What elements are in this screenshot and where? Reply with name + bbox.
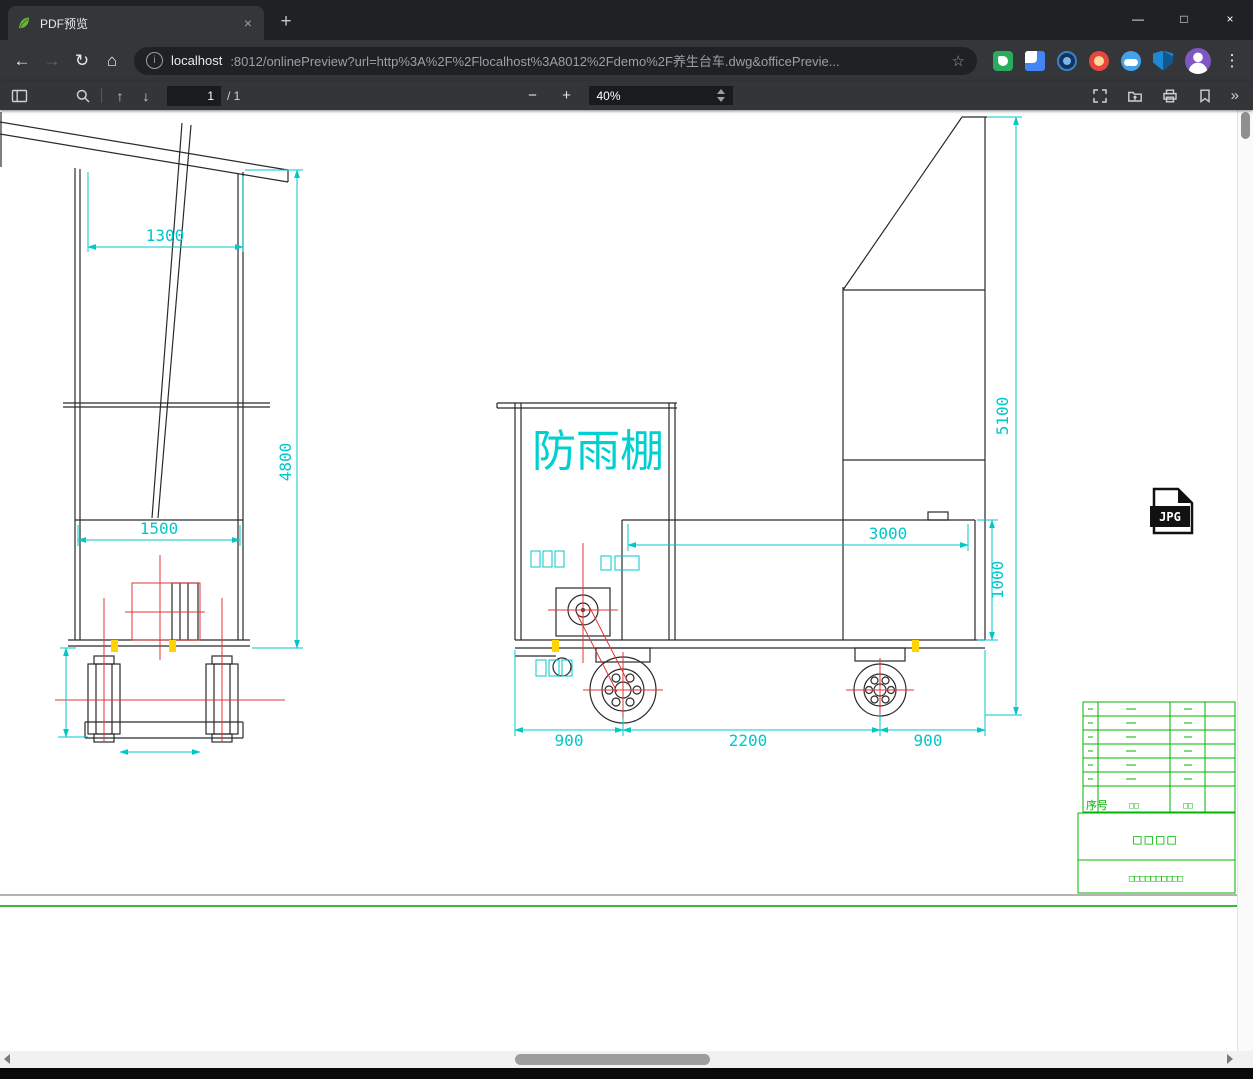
extension-icon-6[interactable] [1153, 50, 1173, 71]
new-tab-button[interactable]: + [272, 8, 300, 36]
url-host: localhost [171, 53, 223, 68]
next-page-icon[interactable]: ↓ [133, 84, 159, 108]
page-info-icon[interactable]: i [146, 52, 163, 69]
dim-900-right: 900 [914, 731, 943, 750]
scrollbar-corner [1237, 1051, 1253, 1068]
reload-icon[interactable]: ↻ [68, 47, 96, 75]
centerlines [55, 543, 914, 742]
horizontal-scrollbar[interactable] [0, 1051, 1237, 1068]
zoom-controls: − + 40% [521, 81, 733, 110]
extension-icon-5[interactable] [1121, 50, 1141, 71]
tab-title: PDF预览 [40, 16, 89, 31]
page-number-input[interactable] [167, 85, 221, 106]
extension-icon-1[interactable] [993, 50, 1013, 71]
dim-1500: 1500 [140, 519, 179, 538]
tab-close-icon[interactable]: × [240, 15, 256, 31]
window-bottom-edge [0, 1068, 1253, 1079]
minimize-button[interactable]: — [1115, 0, 1161, 38]
dim-1000: 1000 [988, 561, 1007, 600]
shelter-label: 防雨棚 [532, 426, 664, 477]
page-count-label: / 1 [227, 88, 241, 103]
jpg-file-icon: JPG [1150, 487, 1194, 535]
window-controls: — □ × [1115, 0, 1253, 38]
vertical-scrollbar-thumb[interactable] [1241, 112, 1250, 139]
scroll-right-icon[interactable] [1227, 1054, 1233, 1064]
dimension-text: 1300 4800 1500 3000 1000 5100 900 2200 9… [140, 226, 1012, 750]
print-icon[interactable] [1157, 84, 1183, 108]
dim-3000: 3000 [869, 524, 908, 543]
previous-page-icon[interactable]: ↑ [107, 84, 133, 108]
serial-header-label: 序号 [1086, 798, 1108, 812]
zoom-spinner-icon [716, 89, 725, 102]
dim-2200: 2200 [729, 731, 768, 750]
drawing-title-text: □□□□ [1133, 832, 1179, 848]
extension-icon-4[interactable] [1089, 50, 1109, 71]
extension-icons [993, 50, 1173, 71]
dim-900-left: 900 [555, 731, 584, 750]
jpg-label: JPG [1159, 510, 1181, 524]
forward-icon[interactable]: → [38, 47, 66, 75]
dim-5100: 5100 [993, 397, 1012, 436]
tab-strip: PDF预览 × + — □ × [0, 0, 1253, 40]
title-block-lines [1077, 701, 1236, 894]
cad-drawing: 1300 4800 1500 3000 1000 5100 900 2200 9… [0, 112, 1237, 907]
horizontal-scrollbar-thumb[interactable] [515, 1054, 710, 1065]
zoom-select[interactable]: 40% [588, 86, 733, 105]
profile-avatar[interactable] [1185, 47, 1211, 74]
extension-icon-3[interactable] [1057, 50, 1077, 71]
sidebar-toggle-icon[interactable] [6, 84, 32, 108]
back-icon[interactable]: ← [8, 47, 36, 75]
maximize-button[interactable]: □ [1161, 0, 1207, 38]
bookmark-icon[interactable] [1192, 84, 1218, 108]
name-column-label: □□ [1129, 801, 1139, 810]
leaf-favicon-icon [16, 15, 32, 31]
zoom-value: 40% [596, 88, 621, 103]
browser-menu-icon[interactable]: ⋮ [1219, 47, 1245, 75]
browser-tab[interactable]: PDF预览 × [8, 6, 264, 40]
navigation-bar: ← → ↻ ⌂ i localhost :8012/onlinePreview?… [0, 40, 1253, 81]
home-icon[interactable]: ⌂ [98, 47, 126, 75]
dim-4800: 4800 [276, 443, 295, 482]
extension-icon-2[interactable] [1025, 50, 1045, 71]
search-icon[interactable] [70, 84, 96, 108]
zoom-in-button[interactable]: + [555, 84, 579, 108]
vertical-scrollbar[interactable] [1237, 110, 1253, 1051]
toolbar-divider [101, 88, 102, 103]
document-viewport: 1300 4800 1500 3000 1000 5100 900 2200 9… [0, 110, 1237, 1051]
pdf-toolbar-right: » [1087, 84, 1247, 108]
structure-lines [0, 112, 987, 743]
title-block-text: 序号 □□ □□ □□□□ □□□□□□□□□□ [1086, 798, 1193, 884]
drawing-code-text: □□□□□□□□□□ [1129, 874, 1184, 884]
close-button[interactable]: × [1207, 0, 1253, 38]
browser-window: PDF预览 × + — □ × ← → ↻ ⌂ i localhost :801… [0, 0, 1253, 1079]
remark-column-label: □□ [1183, 801, 1193, 810]
scroll-left-icon[interactable] [4, 1054, 10, 1064]
pdf-toolbar: ↑ ↓ / 1 − + 40% » [0, 81, 1253, 110]
sheet-border-lines [0, 894, 1237, 907]
bookmark-star-icon[interactable]: ☆ [952, 52, 965, 70]
open-file-icon[interactable] [1122, 84, 1148, 108]
address-bar[interactable]: i localhost :8012/onlinePreview?url=http… [134, 46, 977, 75]
presentation-mode-icon[interactable] [1087, 84, 1113, 108]
dim-1300: 1300 [146, 226, 185, 245]
zoom-out-button[interactable]: − [521, 84, 545, 108]
url-path: :8012/onlinePreview?url=http%3A%2F%2Floc… [230, 54, 840, 69]
more-tools-icon[interactable]: » [1227, 87, 1243, 104]
